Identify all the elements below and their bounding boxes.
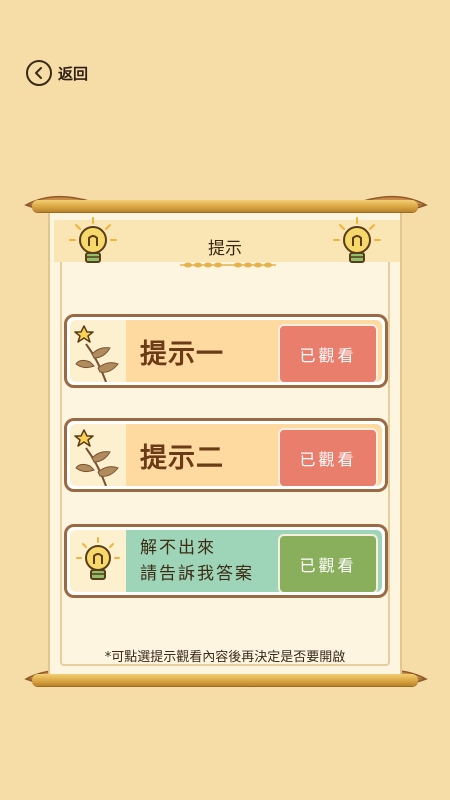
- watched-button[interactable]: 已觀看: [278, 428, 378, 486]
- chevron-left-icon: [26, 60, 52, 86]
- footer-note: *可點選提示觀看內容後再決定是否要開啟: [104, 650, 346, 665]
- star-leaf-icon: [70, 320, 126, 382]
- hint-card-2[interactable]: 提示二 已觀看: [64, 418, 388, 492]
- back-button[interactable]: 返回: [26, 60, 88, 86]
- hint-label: 提示一: [140, 338, 224, 370]
- scroll-rod-top: [32, 200, 418, 212]
- hint-card-1[interactable]: 提示一 已觀看: [64, 314, 388, 388]
- star-leaf-icon: [70, 424, 126, 486]
- watched-button[interactable]: 已觀看: [278, 534, 378, 592]
- lightbulb-icon: [70, 530, 126, 592]
- watched-button[interactable]: 已觀看: [278, 324, 378, 382]
- hint-panel: 提示 提示一 已觀看 提示二 已觀看 解不出來 請告訴我答案 已觀看 *可點選提…: [24, 188, 428, 702]
- wheat-divider-icon: [180, 262, 276, 268]
- back-label: 返回: [58, 64, 89, 83]
- answer-label: 解不出來 請告訴我答案: [140, 535, 254, 587]
- answer-card[interactable]: 解不出來 請告訴我答案 已觀看: [64, 524, 388, 598]
- answer-label-line1: 解不出來: [140, 538, 216, 558]
- hint-label: 提示二: [140, 442, 224, 474]
- answer-label-line2: 請告訴我答案: [140, 564, 254, 584]
- panel-title: 提示: [208, 239, 242, 259]
- scroll-rod-bottom: [32, 674, 418, 686]
